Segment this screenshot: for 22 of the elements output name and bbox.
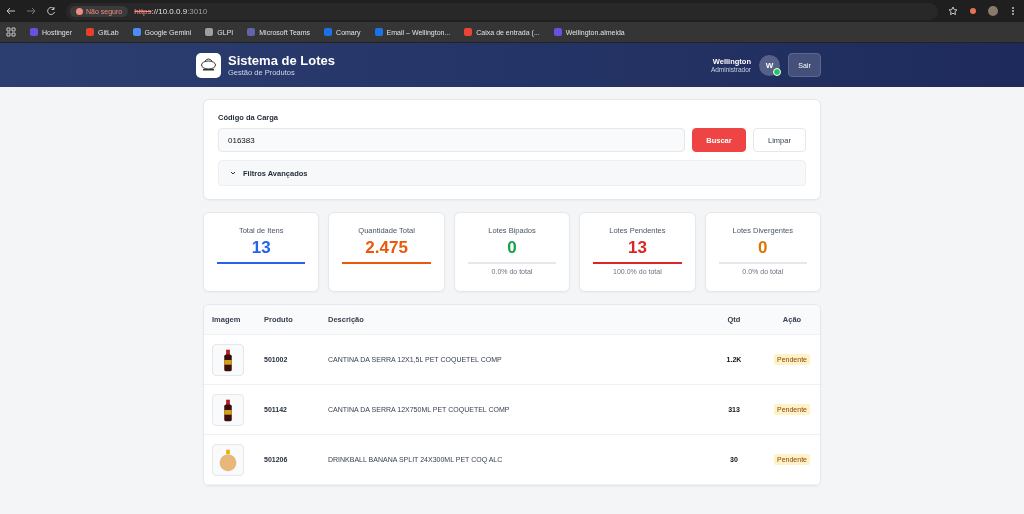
url-text: https://10.0.0.9:3010 <box>134 6 208 16</box>
load-code-input[interactable]: 016383 <box>218 128 685 152</box>
warning-icon <box>76 7 83 15</box>
stat-value: 13 <box>627 238 647 258</box>
star-icon[interactable] <box>948 6 958 16</box>
forward-icon[interactable] <box>26 6 36 16</box>
stat-value: 0 <box>507 238 517 258</box>
bottle-photo-placeholder <box>212 393 244 426</box>
stat-value: 13 <box>251 238 271 258</box>
reload-icon[interactable] <box>46 6 56 16</box>
profile-icon[interactable] <box>988 6 998 16</box>
back-icon[interactable] <box>6 6 16 16</box>
stat-value: 2.475 <box>365 238 408 258</box>
ball-photo-placeholder <box>212 443 244 476</box>
extension-icon[interactable] <box>968 6 978 16</box>
chevron-icon <box>229 169 237 177</box>
app-title: Sistema de Lotes <box>228 53 335 68</box>
apps-grid-icon[interactable] <box>6 27 16 37</box>
user-avatar[interactable]: W <box>759 54 780 76</box>
logo-icon <box>196 52 221 78</box>
stat-value: 0 <box>758 238 768 258</box>
bottle-photo-placeholder <box>212 343 244 376</box>
